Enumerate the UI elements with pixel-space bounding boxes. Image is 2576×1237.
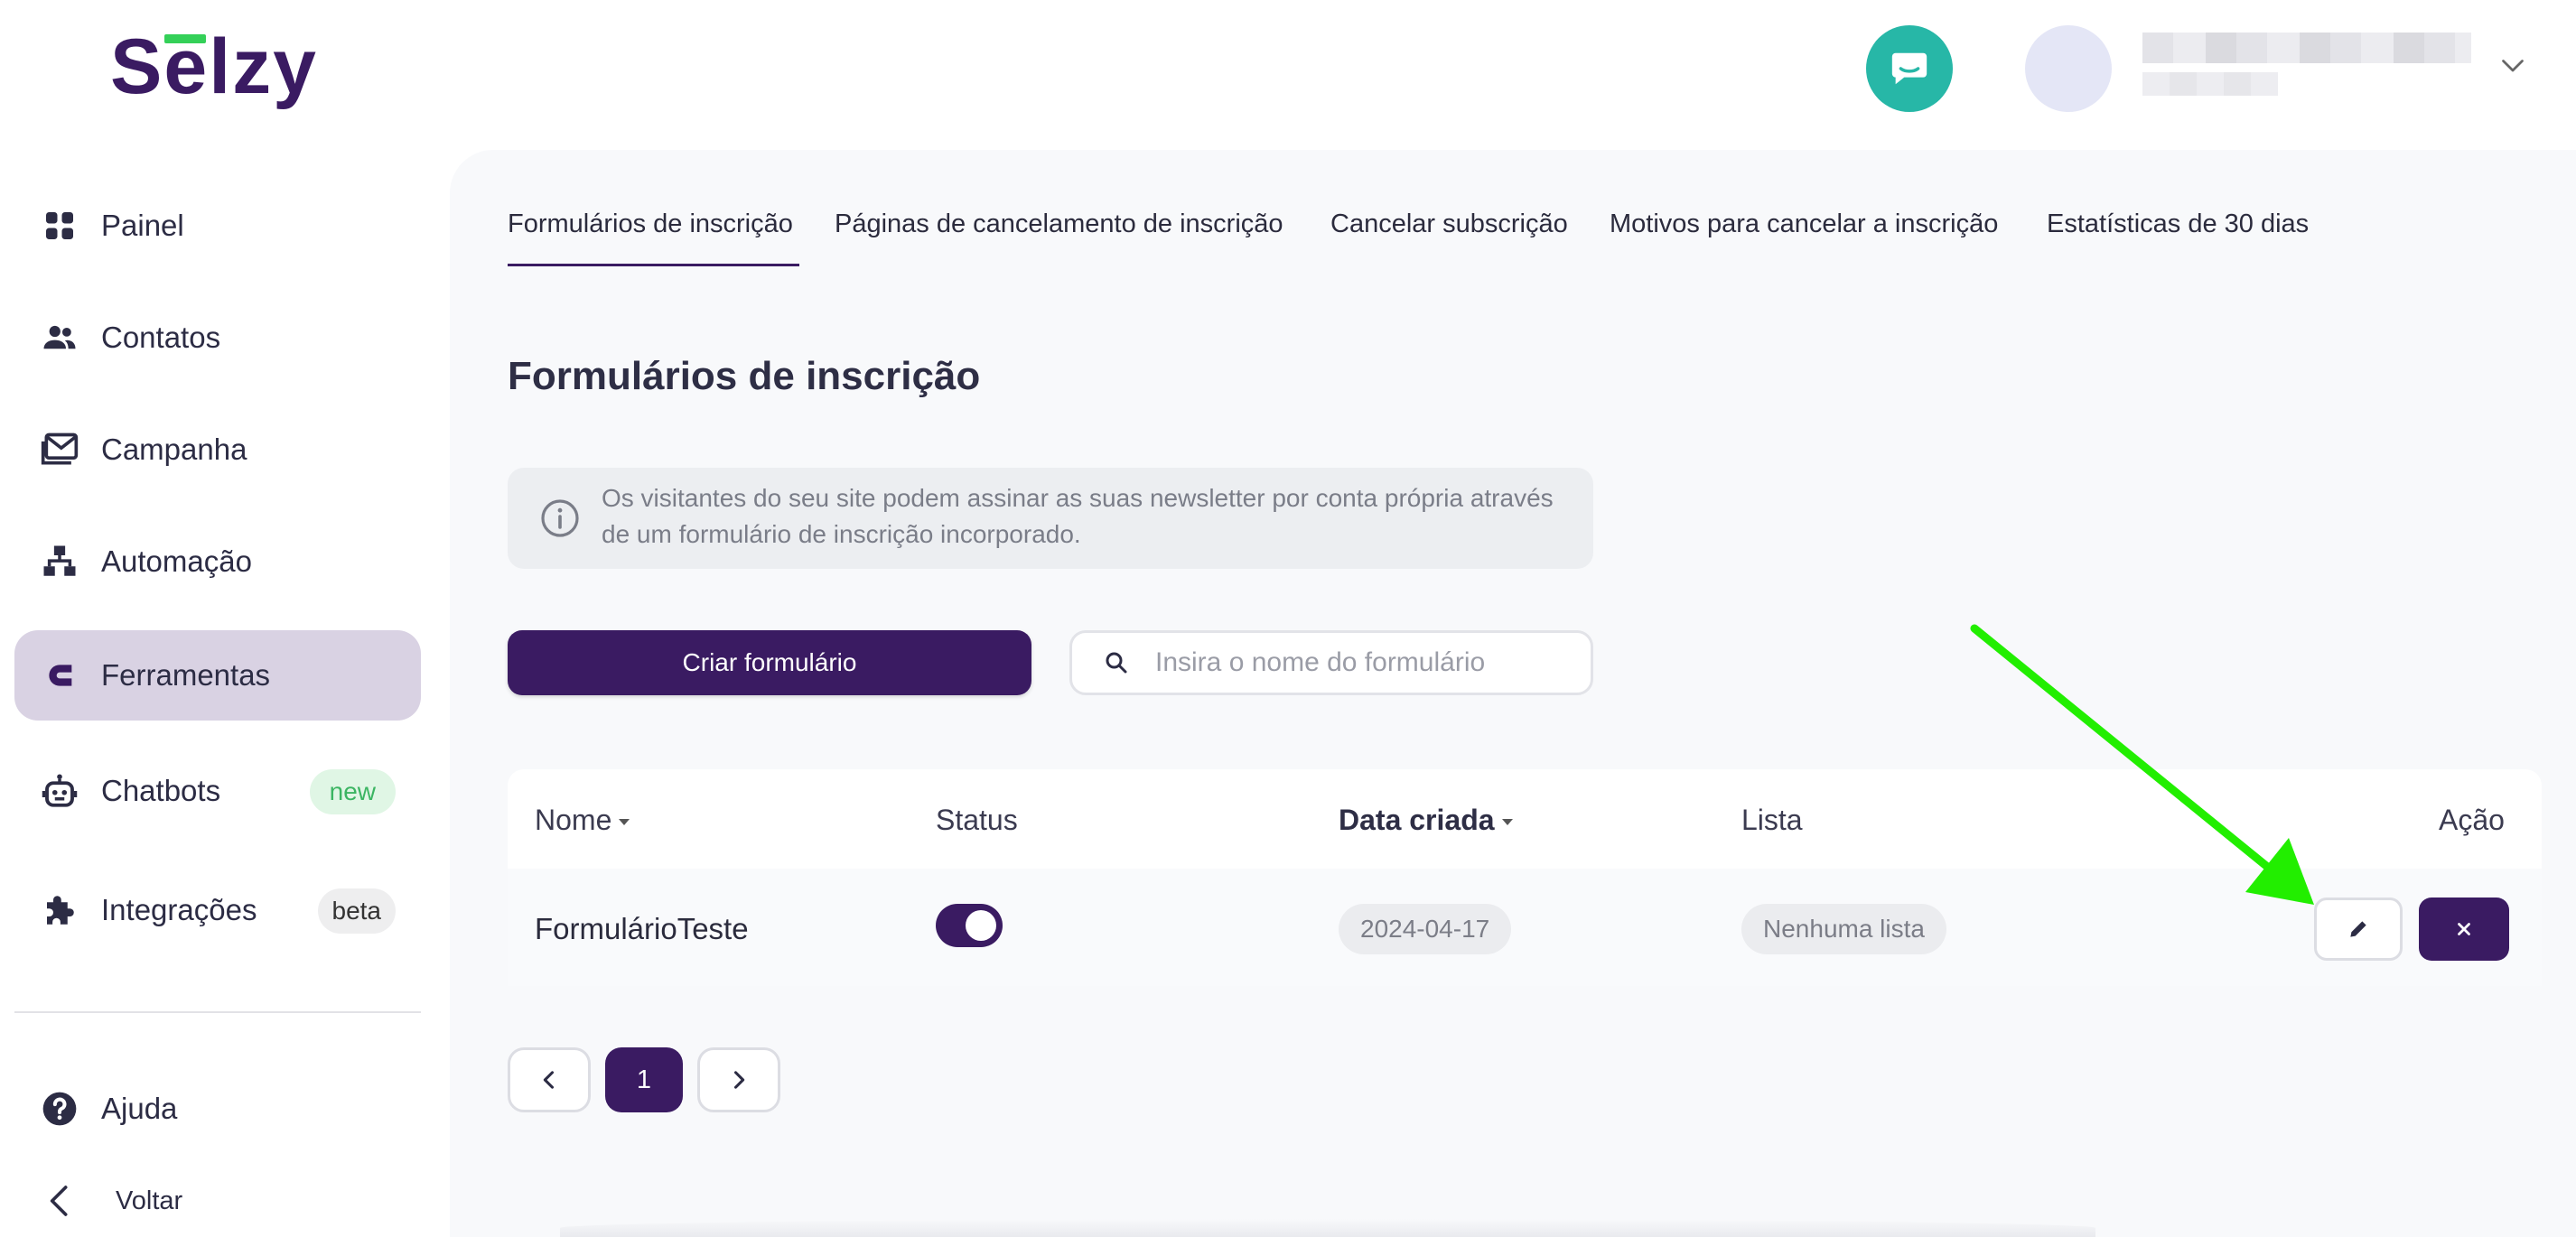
search-icon [1106, 652, 1127, 674]
pagination-next-button[interactable] [697, 1047, 780, 1112]
sidebar-item-ferramentas[interactable]: Ferramentas [14, 630, 421, 721]
chat-bubble-icon [1891, 52, 1927, 85]
sidebar-item-label: Painel [101, 209, 184, 242]
column-header-nome[interactable]: Nome [535, 804, 630, 837]
tab-motivos[interactable]: Motivos para cancelar a inscrição [1610, 209, 1998, 239]
list-badge: Nenhuma lista [1741, 904, 1946, 954]
search-box[interactable] [1069, 630, 1593, 695]
sidebar-item-ajuda[interactable]: Ajuda [14, 1064, 421, 1154]
pagination-page-button[interactable]: 1 [605, 1047, 683, 1112]
sidebar-back-link[interactable]: Voltar [14, 1165, 421, 1237]
tab-cancelar-subscricao[interactable]: Cancelar subscrição [1330, 209, 1568, 239]
account-name-redacted[interactable] [2142, 33, 2471, 63]
create-form-button[interactable]: Criar formulário [508, 630, 1031, 695]
help-icon [40, 1089, 79, 1129]
sidebar-item-label: Ajuda [101, 1092, 178, 1125]
tab-estatisticas[interactable]: Estatísticas de 30 dias [2047, 209, 2309, 239]
sidebar-item-integracoes[interactable]: Integrações beta [14, 865, 421, 955]
beta-badge: beta [317, 888, 396, 934]
created-date-badge: 2024-04-17 [1339, 904, 1512, 954]
sidebar-item-label: Chatbots [101, 774, 221, 807]
sidebar-divider [14, 1011, 421, 1013]
sidebar-item-label: Automação [101, 544, 252, 578]
user-avatar[interactable] [2025, 25, 2112, 112]
users-icon [40, 318, 79, 358]
hierarchy-icon [40, 542, 79, 581]
sidebar-item-automacao[interactable]: Automação [14, 516, 421, 607]
envelope-icon [40, 430, 79, 470]
pagination-prev-button[interactable] [508, 1047, 591, 1112]
annotation-arrow-icon [1970, 624, 2314, 905]
tab-formularios[interactable]: Formulários de inscrição [508, 209, 793, 239]
bottom-card-edge [560, 1219, 2095, 1237]
search-input[interactable] [1153, 646, 1573, 679]
status-toggle-knob [966, 910, 996, 941]
close-icon [2458, 923, 2470, 935]
sidebar-item-painel[interactable]: Painel [14, 181, 421, 271]
column-header-data-criada[interactable]: Data criada [1339, 804, 1513, 837]
chevron-right-icon [733, 1071, 745, 1089]
sidebar-item-label: Contatos [101, 321, 221, 354]
account-email-redacted [2142, 72, 2278, 96]
selzy-logo[interactable]: Selzy [110, 22, 318, 112]
tab-paginas-cancelamento[interactable]: Páginas de cancelamento de inscrição [835, 209, 1283, 239]
column-header-acao: Ação [2439, 804, 2505, 836]
robot-icon [40, 771, 79, 811]
pencil-icon [2350, 921, 2366, 937]
sidebar-item-label: Ferramentas [101, 658, 271, 692]
info-text: Os visitantes do seu site podem assinar … [602, 484, 1554, 548]
sidebar-item-campanha[interactable]: Campanha [14, 405, 421, 495]
chat-button[interactable] [1866, 25, 1953, 112]
grid-icon [40, 206, 79, 246]
column-header-lista: Lista [1741, 804, 1803, 836]
sort-caret-icon [619, 819, 630, 826]
puzzle-icon [40, 890, 79, 930]
delete-button[interactable] [2419, 898, 2509, 961]
back-label: Voltar [116, 1186, 183, 1215]
sort-caret-icon [1501, 819, 1513, 826]
chevron-down-icon[interactable] [2497, 49, 2529, 81]
new-badge: new [309, 769, 396, 814]
sidebar-item-label: Campanha [101, 432, 247, 466]
sidebar-item-contatos[interactable]: Contatos [14, 293, 421, 383]
column-header-status: Status [936, 804, 1018, 836]
info-icon [541, 499, 579, 537]
active-tab-underline [508, 264, 799, 266]
sidebar-item-label: Integrações [101, 893, 257, 926]
chevron-left-icon [543, 1071, 555, 1089]
magnet-icon [40, 656, 79, 695]
sidebar-item-chatbots[interactable]: Chatbots new [14, 746, 421, 836]
page-title: Formulários de inscrição [508, 354, 981, 398]
chevron-left-icon [40, 1181, 79, 1221]
form-name[interactable]: FormulárioTeste [535, 912, 749, 946]
